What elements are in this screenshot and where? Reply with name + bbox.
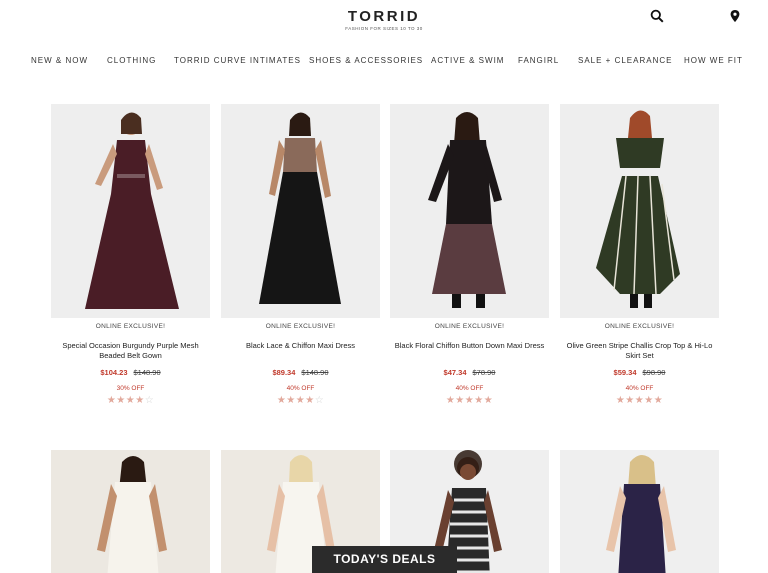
star-icons-empty: ☆ <box>144 395 155 406</box>
product-image[interactable] <box>390 104 549 318</box>
product-prices: $59.34 $98.90 <box>560 368 719 377</box>
nav-item-sale-clearance[interactable]: SALE + CLEARANCE <box>578 56 672 65</box>
nav-item-new-now[interactable]: NEW & NOW <box>31 56 88 65</box>
discount-label: 40% OFF <box>455 385 484 392</box>
product-name[interactable]: Black Floral Chiffon Button Down Maxi Dr… <box>390 341 549 351</box>
sale-price: $47.34 <box>443 368 467 377</box>
original-price: $98.90 <box>642 368 666 377</box>
sale-price: $104.23 <box>100 368 128 377</box>
star-rating: ★★★★☆ <box>221 395 380 406</box>
nav-item-curve-intimates[interactable]: TORRID CURVE INTIMATES <box>174 56 301 65</box>
product-name[interactable]: Special Occasion Burgundy Purple Mesh Be… <box>51 341 210 360</box>
online-exclusive-badge: ONLINE EXCLUSIVE! <box>434 323 505 330</box>
nav-item-active-swim[interactable]: ACTIVE & SWIM <box>431 56 504 65</box>
sale-price: $89.34 <box>272 368 296 377</box>
location-pin-icon[interactable] <box>728 9 742 23</box>
online-exclusive-badge: ONLINE EXCLUSIVE! <box>95 323 166 330</box>
discount-label: 40% OFF <box>286 385 315 392</box>
product-prices: $104.23 $148.90 <box>51 368 210 377</box>
product-name[interactable]: Black Lace & Chiffon Maxi Dress <box>221 341 380 351</box>
star-icons-filled: ★★★★ <box>276 395 315 406</box>
star-rating: ★★★★☆ <box>51 395 210 406</box>
nav-item-shoes-accessories[interactable]: SHOES & ACCESSORIES <box>309 56 423 65</box>
star-icons-filled: ★★★★★ <box>445 395 494 406</box>
star-rating: ★★★★★ <box>390 395 549 406</box>
product-image[interactable] <box>51 104 210 318</box>
main-nav: NEW & NOW CLOTHING TORRID CURVE INTIMATE… <box>0 56 768 70</box>
product-prices: $47.34 $78.90 <box>390 368 549 377</box>
logo-tagline: FASHION FOR SIZES 10 TO 30 <box>345 26 423 31</box>
product-image[interactable] <box>51 450 210 573</box>
discount-label: 30% OFF <box>116 385 145 392</box>
online-exclusive-badge: ONLINE EXCLUSIVE! <box>265 323 336 330</box>
product-name[interactable]: Olive Green Stripe Challis Crop Top & Hi… <box>560 341 719 360</box>
original-price: $148.90 <box>133 368 161 377</box>
search-icon[interactable] <box>650 9 664 23</box>
sale-price: $59.34 <box>613 368 637 377</box>
nav-item-clothing[interactable]: CLOTHING <box>107 56 156 65</box>
product-image[interactable] <box>221 104 380 318</box>
original-price: $78.90 <box>472 368 496 377</box>
star-rating: ★★★★★ <box>560 395 719 406</box>
original-price: $148.90 <box>301 368 329 377</box>
product-image[interactable] <box>560 450 719 573</box>
todays-deals-button[interactable]: TODAY'S DEALS <box>312 546 457 573</box>
star-icons-filled: ★★★★★ <box>615 395 664 406</box>
product-prices: $89.34 $148.90 <box>221 368 380 377</box>
star-icons-filled: ★★★★ <box>106 395 145 406</box>
site-header: TORRID FASHION FOR SIZES 10 TO 30 <box>0 0 768 44</box>
star-icons-empty: ☆ <box>314 395 325 406</box>
product-image[interactable] <box>560 104 719 318</box>
online-exclusive-badge: ONLINE EXCLUSIVE! <box>604 323 675 330</box>
nav-item-fangirl[interactable]: FANGIRL <box>518 56 559 65</box>
discount-label: 40% OFF <box>625 385 654 392</box>
nav-item-how-we-fit[interactable]: HOW WE FIT <box>684 56 743 65</box>
